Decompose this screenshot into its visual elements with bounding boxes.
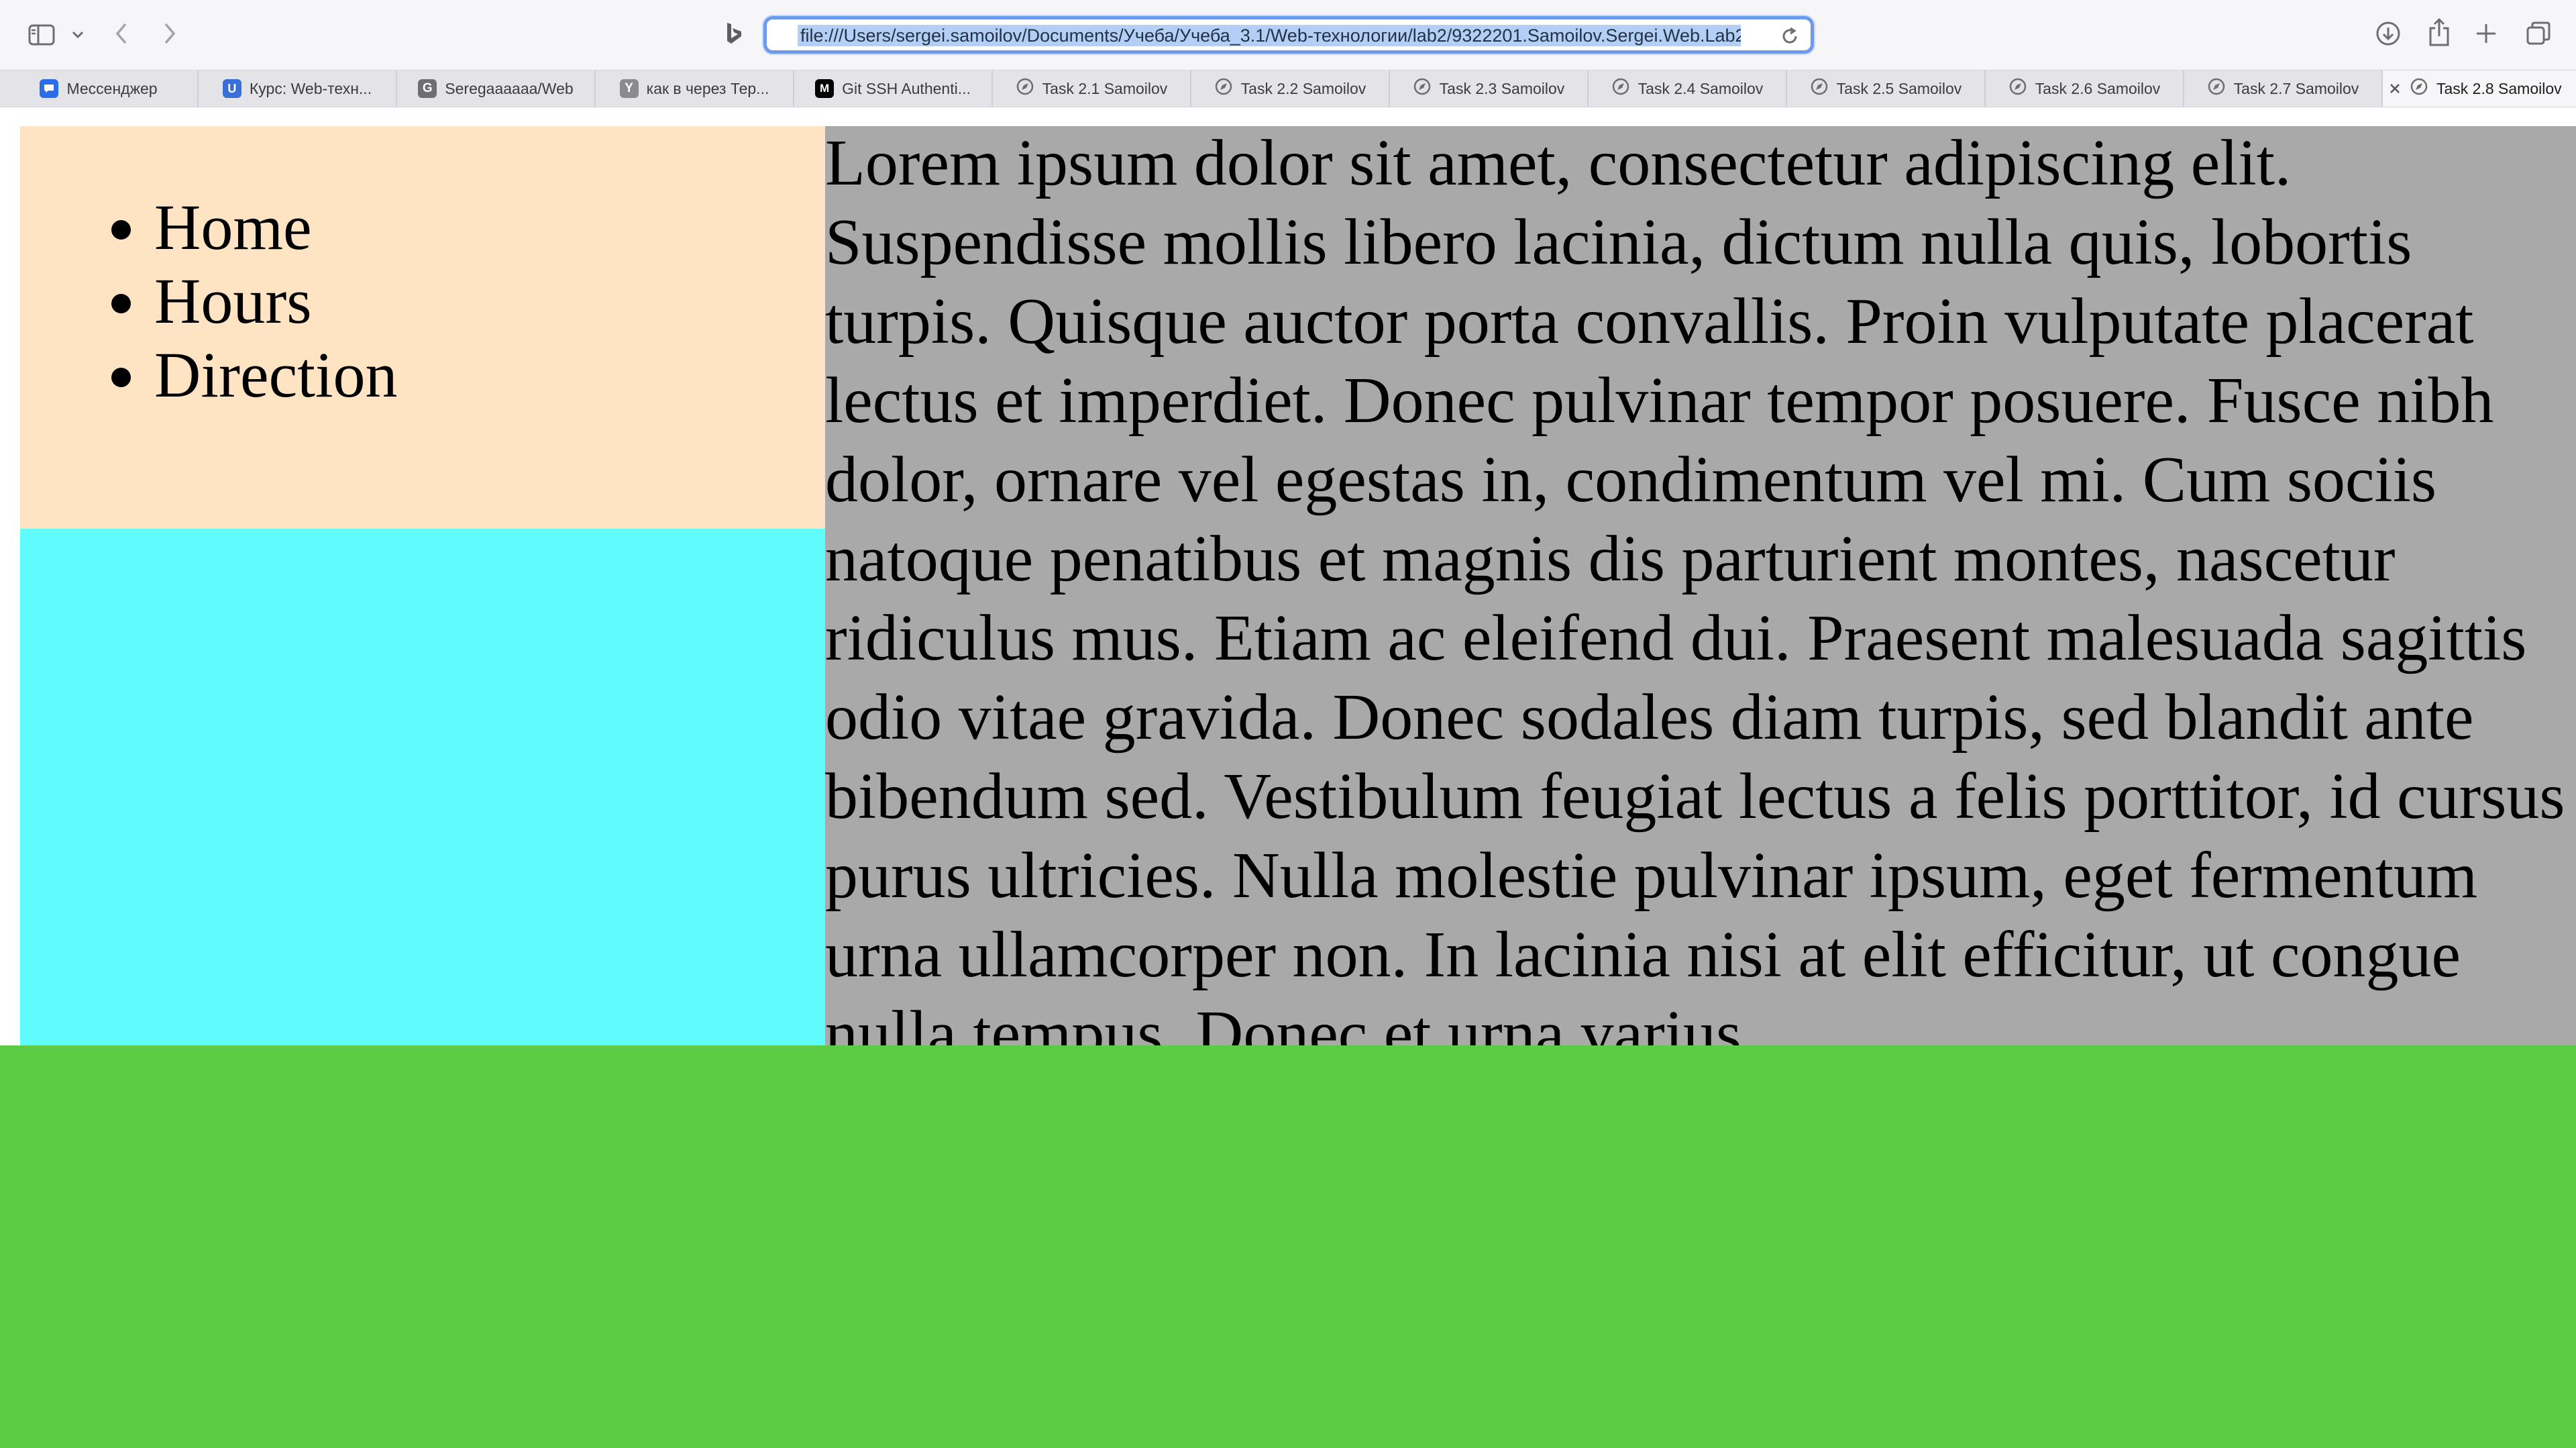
- reload-icon[interactable]: [1780, 26, 1800, 46]
- sidebar-toggle-icon[interactable]: [27, 21, 56, 48]
- nav-item-hours: Hours: [154, 264, 398, 338]
- tab-label: как в через Тер...: [646, 79, 769, 97]
- nav-item-home: Home: [154, 191, 398, 264]
- tab-task-2-2[interactable]: Task 2.2 Samoilov: [1191, 70, 1390, 107]
- forward-icon[interactable]: [160, 20, 180, 47]
- compass-icon: [1611, 77, 1630, 100]
- tab-task-2-7[interactable]: Task 2.7 Samoilov: [2184, 70, 2383, 107]
- chevron-down-icon[interactable]: [70, 27, 86, 43]
- new-tab-icon[interactable]: [2473, 20, 2500, 47]
- aside-panel: [20, 529, 825, 1045]
- tab-label: Git SSH Authenti...: [842, 79, 971, 97]
- tab-label: Курс: Web-техн...: [249, 79, 372, 97]
- github-g-icon: G: [418, 79, 437, 98]
- tab-task-2-1[interactable]: Task 2.1 Samoilov: [993, 70, 1191, 107]
- url-text[interactable]: file:///Users/sergei.samoilov/Documents/…: [798, 25, 1741, 46]
- footer-section: [0, 1045, 2576, 1448]
- tab-github-repo[interactable]: G Seregaaaaaa/Web: [397, 70, 596, 107]
- nav-panel: Home Hours Direction: [20, 126, 825, 529]
- compass-icon: [1214, 77, 1233, 100]
- article-text: Lorem ipsum dolor sit amet, consectetur …: [825, 127, 2565, 1045]
- tab-label: Task 2.6 Samoilov: [2035, 79, 2161, 97]
- tab-git-ssh[interactable]: M Git SSH Authenti...: [794, 70, 993, 107]
- tab-task-2-3[interactable]: Task 2.3 Samoilov: [1390, 70, 1589, 107]
- compass-icon: [1810, 77, 1829, 100]
- tab-task-2-6[interactable]: Task 2.6 Samoilov: [1986, 70, 2184, 107]
- course-shield-icon: U: [222, 79, 241, 98]
- tab-course[interactable]: U Курс: Web-техн...: [199, 70, 397, 107]
- tab-messenger[interactable]: Мессенджер: [0, 70, 199, 107]
- tab-label: Task 2.3 Samoilov: [1439, 79, 1565, 97]
- browser-toolbar: file:///Users/sergei.samoilov/Documents/…: [0, 0, 2576, 70]
- share-icon[interactable]: [2424, 16, 2454, 48]
- tab-label: Seregaaaaaa/Web: [445, 79, 574, 97]
- tab-label: Task 2.5 Samoilov: [1836, 79, 1962, 97]
- tab-task-2-5[interactable]: Task 2.5 Samoilov: [1787, 70, 1986, 107]
- medium-icon: M: [815, 79, 835, 98]
- bing-icon[interactable]: [722, 20, 746, 47]
- tab-task-2-4[interactable]: Task 2.4 Samoilov: [1589, 70, 1787, 107]
- back-icon[interactable]: [111, 20, 131, 47]
- page-viewport: Home Hours Direction Lorem ipsum dolor s…: [0, 107, 2576, 1448]
- address-bar[interactable]: file:///Users/sergei.samoilov/Documents/…: [763, 16, 1814, 54]
- tab-label: Task 2.1 Samoilov: [1042, 79, 1168, 97]
- tab-label: Task 2.8 Samoilov: [2436, 79, 2562, 97]
- tab-label: Task 2.2 Samoilov: [1240, 79, 1366, 97]
- nav-list: Home Hours Direction: [154, 191, 398, 412]
- tab-bar: Мессенджер U Курс: Web-техн... G Seregaa…: [0, 70, 2576, 107]
- compass-icon: [2410, 77, 2428, 100]
- tab-label: Мессенджер: [66, 79, 158, 97]
- compass-icon: [2008, 77, 2027, 100]
- article-section: Lorem ipsum dolor sit amet, consectetur …: [825, 126, 2576, 1045]
- nav-item-direction: Direction: [154, 338, 398, 412]
- tab-yandex-search[interactable]: Y как в через Тер...: [596, 70, 794, 107]
- tab-overview-icon[interactable]: [2524, 19, 2553, 48]
- yandex-icon: Y: [619, 79, 639, 98]
- compass-icon: [2207, 77, 2226, 100]
- tab-task-2-8[interactable]: Task 2.8 Samoilov: [2383, 70, 2576, 107]
- compass-icon: [1016, 77, 1034, 100]
- close-tab-icon[interactable]: [2387, 81, 2403, 97]
- download-icon[interactable]: [2373, 19, 2403, 48]
- compass-icon: [1413, 77, 1432, 100]
- tab-label: Task 2.7 Samoilov: [2233, 79, 2359, 97]
- tab-label: Task 2.4 Samoilov: [1638, 79, 1764, 97]
- messenger-icon: [40, 79, 59, 98]
